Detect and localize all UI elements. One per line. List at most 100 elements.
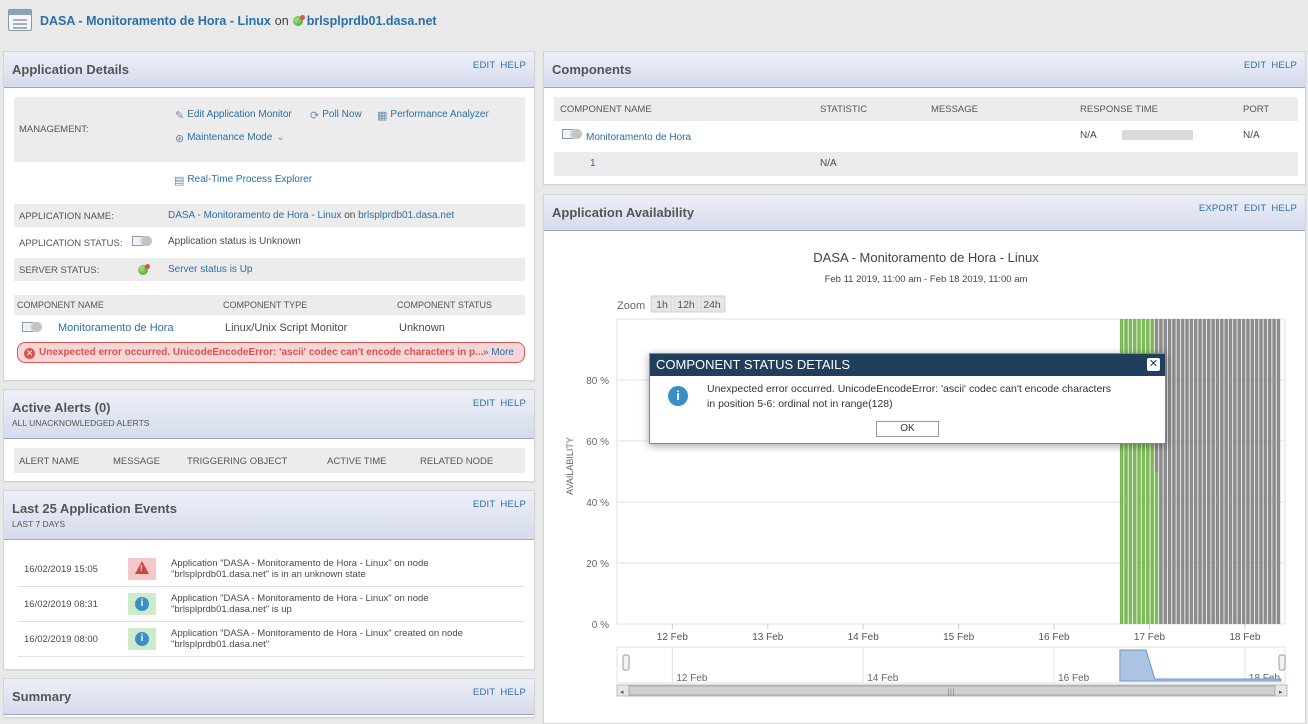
scroll-right-icon: ▸ <box>1279 688 1283 696</box>
dialog-message-line1: Unexpected error occurred. UnicodeEncode… <box>707 383 1112 395</box>
statistic-link[interactable]: 1 <box>590 158 596 169</box>
zoom-buttons: 1h 12h 24h <box>650 295 726 313</box>
node-title-link[interactable]: brlsplprdb01.dasa.net <box>307 14 437 28</box>
component-name-link[interactable]: Monitoramento de Hora <box>58 322 174 334</box>
summary-panel: Summary EDIT HELP <box>3 678 535 718</box>
component-table-header: COMPONENT NAME COMPONENT TYPE COMPONENT … <box>14 295 525 315</box>
availability-export-link[interactable]: EXPORT <box>1199 203 1239 214</box>
event-text-line2: "brlsplprdb01.dasa.net" is in an unknown… <box>171 569 366 580</box>
response-time-bar <box>1122 130 1193 140</box>
summary-help-link[interactable]: HELP <box>500 687 526 698</box>
node-status-icon <box>292 15 305 26</box>
availability-unknown-bar <box>1176 319 1181 624</box>
availability-header: Application Availability EXPORT EDIT HELP <box>544 195 1305 231</box>
application-name-value: DASA - Monitoramento de Hora - Linux on … <box>168 210 454 221</box>
component-status-value: Unknown <box>399 322 445 334</box>
management-label: MANAGEMENT: <box>19 124 89 135</box>
close-icon[interactable]: ✕ <box>1147 358 1160 371</box>
alerts-edit-link[interactable]: EDIT <box>473 398 495 409</box>
events-header: Last 25 Application Events LAST 7 DAYS E… <box>4 491 534 540</box>
x-tick-label: 13 Feb <box>752 632 784 643</box>
poll-now-link[interactable]: ⟳ Poll Now <box>310 109 362 122</box>
active-alerts-title: Active Alerts (0) <box>12 400 111 415</box>
component-monitor-icon <box>22 322 42 334</box>
availability-unknown-bar <box>1193 319 1198 624</box>
pencil-icon: ✎ <box>175 110 185 122</box>
edit-monitor-label: Edit Application Monitor <box>187 109 292 120</box>
app-details-help-link[interactable]: HELP <box>500 60 526 71</box>
availability-unknown-bar <box>1224 319 1228 624</box>
availability-unknown-bar <box>1254 319 1259 624</box>
col-response-time: RESPONSE TIME <box>1080 104 1158 115</box>
chart-navigator[interactable]: 12 Feb14 Feb16 Feb18 Feb|||◂▸ <box>616 646 1288 697</box>
navigator-tick-label: 12 Feb <box>676 673 708 684</box>
events-edit-link[interactable]: EDIT <box>473 499 495 510</box>
zoom-1h-label: 1h <box>656 299 668 311</box>
x-tick-label: 17 Feb <box>1134 632 1166 643</box>
application-details-panel: Application Details EDIT HELP MANAGEMENT:… <box>3 51 535 381</box>
response-time-value: N/A <box>1080 130 1097 141</box>
availability-unknown-bar <box>1206 319 1211 624</box>
y-tick-label: 80 % <box>586 376 609 387</box>
edit-application-monitor-link[interactable]: ✎ Edit Application Monitor <box>175 109 292 122</box>
col-related-node: RELATED NODE <box>420 456 494 467</box>
application-name-link[interactable]: DASA - Monitoramento de Hora - Linux <box>168 210 341 221</box>
event-text: Application "DASA - Monitoramento de Hor… <box>171 558 511 580</box>
event-text-line1: Application "DASA - Monitoramento de Hor… <box>171 558 429 569</box>
chart-icon: ▦ <box>377 110 388 122</box>
real-time-process-explorer-link[interactable]: ▤ Real-Time Process Explorer <box>174 174 312 187</box>
ok-button[interactable]: OK <box>876 421 939 437</box>
component-status-details-dialog: COMPONENT STATUS DETAILS ✕ i Unexpected … <box>649 353 1166 444</box>
error-more-link[interactable]: » More <box>483 343 514 362</box>
rt-process-label: Real-Time Process Explorer <box>187 174 313 185</box>
page-header: DASA - Monitoramento de Hora - Linux on br… <box>0 0 1308 44</box>
maintenance-mode-link[interactable]: ⊛ Maintenance Mode ⌄ <box>175 132 285 145</box>
availability-unknown-bar <box>1220 319 1224 624</box>
availability-unknown-bar <box>1272 319 1276 624</box>
component-error-message[interactable]: ✕ Unexpected error occurred. UnicodeEncod… <box>17 342 525 363</box>
event-text: Application "DASA - Monitoramento de Hor… <box>171 628 511 650</box>
x-tick-label: 18 Feb <box>1229 632 1261 643</box>
app-details-edit-link[interactable]: EDIT <box>473 60 495 71</box>
event-date: 16/02/2019 08:00 <box>24 634 98 645</box>
server-status-link[interactable]: Server status is Up <box>168 264 252 275</box>
application-status-row: APPLICATION STATUS: Application status i… <box>14 231 525 254</box>
refresh-icon: ⟳ <box>310 110 320 122</box>
availability-unknown-bar <box>1241 319 1246 624</box>
components-help-link[interactable]: HELP <box>1271 60 1297 71</box>
application-node-link[interactable]: brlsplprdb01.dasa.net <box>358 210 454 221</box>
col-component-name: COMPONENT NAME <box>560 104 652 115</box>
summary-edit-link[interactable]: EDIT <box>473 687 495 698</box>
component-name-link[interactable]: Monitoramento de Hora <box>586 132 691 143</box>
availability-unknown-bar <box>1237 319 1242 624</box>
info-icon <box>128 628 156 650</box>
error-text: Unexpected error occurred. UnicodeEncode… <box>39 347 484 358</box>
chevron-down-icon: ⌄ <box>276 132 285 143</box>
col-component-status: COMPONENT STATUS <box>397 300 493 310</box>
col-message: MESSAGE <box>113 456 160 467</box>
app-title-link[interactable]: DASA - Monitoramento de Hora - Linux <box>40 14 271 28</box>
server-status-label: SERVER STATUS: <box>19 265 100 276</box>
event-date: 16/02/2019 08:31 <box>24 599 98 610</box>
application-status-value: Application status is Unknown <box>168 236 301 247</box>
availability-unknown-bar <box>1172 319 1176 624</box>
server-status-row: SERVER STATUS: Server status is Up <box>14 258 525 281</box>
col-active-time: ACTIVE TIME <box>327 456 387 467</box>
info-icon <box>128 593 156 615</box>
dialog-message: Unexpected error occurred. UnicodeEncode… <box>707 382 1152 412</box>
application-details-title: Application Details <box>12 62 130 77</box>
y-tick-label: 60 % <box>586 437 609 448</box>
availability-unknown-bar <box>1267 319 1272 624</box>
y-tick-label: 0 % <box>592 620 609 631</box>
components-edit-link[interactable]: EDIT <box>1244 60 1266 71</box>
availability-edit-link[interactable]: EDIT <box>1244 203 1266 214</box>
management-row: MANAGEMENT: ✎ Edit Application Monitor ⟳ P… <box>14 97 525 162</box>
availability-title: Application Availability <box>552 205 695 220</box>
active-alerts-panel: Active Alerts (0) ALL UNACKNOWLEDGED ALE… <box>3 389 535 482</box>
events-help-link[interactable]: HELP <box>500 499 526 510</box>
performance-analyzer-link[interactable]: ▦ Performance Analyzer <box>377 109 489 122</box>
alerts-help-link[interactable]: HELP <box>500 398 526 409</box>
availability-help-link[interactable]: HELP <box>1271 203 1297 214</box>
scrollbar-grip-icon: ||| <box>947 688 954 696</box>
zoom-12h-label: 12h <box>677 299 695 311</box>
